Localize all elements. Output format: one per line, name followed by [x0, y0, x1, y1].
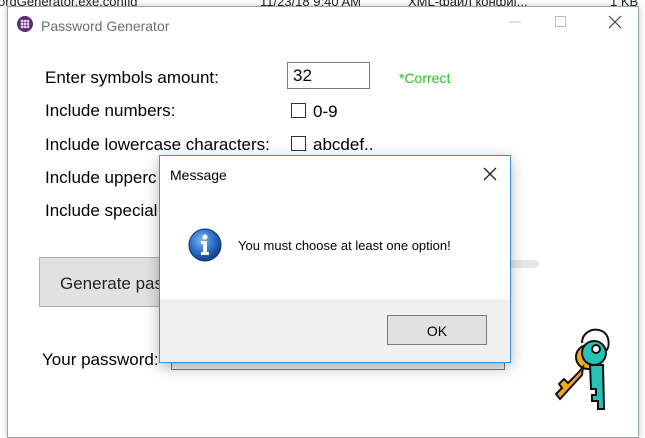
close-button[interactable]	[592, 7, 638, 37]
window-title: Password Generator	[41, 18, 170, 34]
numbers-checkbox[interactable]	[291, 103, 306, 118]
amount-input[interactable]	[287, 62, 370, 89]
lowercase-label: Include lowercase characters:	[45, 135, 270, 154]
dialog-title: Message	[170, 167, 227, 183]
generate-button-label: Generate pas	[60, 274, 164, 293]
lowercase-checkbox[interactable]	[291, 136, 306, 151]
dialog-close-button[interactable]	[470, 156, 510, 190]
minimize-icon	[509, 21, 521, 23]
lowercase-option-label: abcdef..	[313, 135, 374, 154]
app-icon	[17, 16, 33, 32]
uppercase-label: Include upperc	[45, 168, 157, 187]
window-titlebar[interactable]: Password Generator	[8, 7, 638, 37]
dialog-button-area: OK	[160, 299, 510, 362]
info-icon	[188, 228, 222, 262]
maximize-button[interactable]	[538, 7, 584, 37]
close-icon	[608, 15, 622, 29]
special-label: Include special	[45, 201, 158, 220]
numbers-option-label: 0-9	[313, 102, 338, 121]
maximize-icon	[555, 16, 566, 27]
ok-button[interactable]: OK	[387, 315, 487, 345]
amount-label: Enter symbols amount:	[45, 68, 219, 87]
amount-status-text: *Correct	[399, 70, 451, 86]
keys-icon	[554, 328, 610, 410]
minimize-button[interactable]	[492, 7, 538, 37]
message-dialog: Message You must choose at least one opt…	[159, 155, 511, 363]
close-icon	[483, 167, 497, 181]
password-label: Your password:	[42, 350, 159, 369]
ok-button-label: OK	[426, 323, 448, 339]
numbers-label: Include numbers:	[45, 101, 176, 120]
dialog-message: You must choose at least one option!	[238, 238, 451, 253]
